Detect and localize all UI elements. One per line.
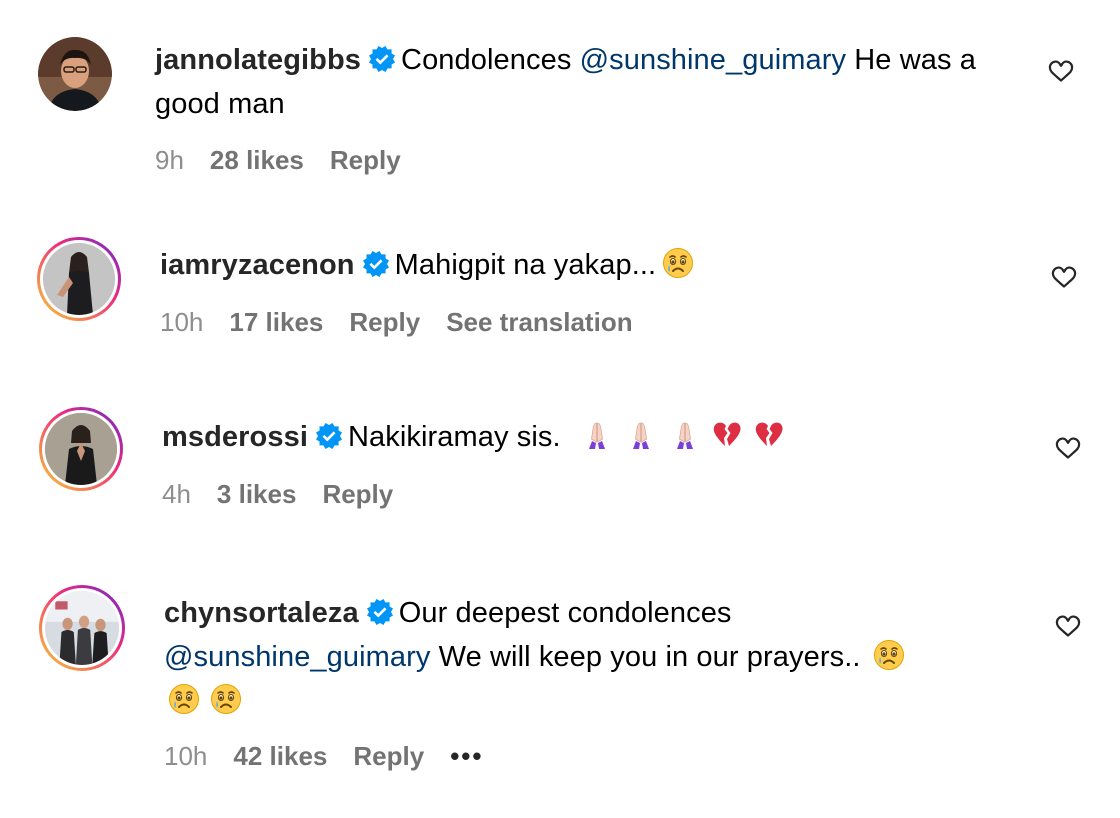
avatar[interactable]	[37, 237, 121, 321]
like-heart-icon[interactable]	[1053, 434, 1083, 462]
reply-button[interactable]: Reply	[353, 741, 424, 771]
reply-button[interactable]: Reply	[330, 145, 401, 175]
comment-body: chynsortaleza Our deepest condolences @sun…	[164, 591, 1004, 723]
avatar[interactable]	[39, 585, 125, 671]
like-heart-icon[interactable]	[1053, 612, 1083, 640]
timestamp[interactable]: 9h	[155, 145, 184, 175]
crying-face-icon	[873, 639, 905, 671]
woman-praying-avatar-icon	[45, 413, 117, 485]
comment-text: Our deepest condolences	[398, 597, 732, 629]
username-link[interactable]: msderossi	[162, 421, 308, 453]
comment-text: Mahigpit na yakap...	[394, 249, 657, 281]
comment-body: msderossi Nakikiramay sis.	[162, 415, 1002, 459]
comment-meta: 4h 3 likes Reply	[162, 478, 419, 510]
username-link[interactable]: chynsortaleza	[164, 597, 359, 629]
crying-face-icon	[168, 683, 200, 715]
comment-meta: 10h 42 likes Reply •••	[164, 740, 510, 772]
comment-body: iamryzacenon Mahigpit na yakap...	[160, 243, 1000, 287]
group-photo-avatar-icon	[45, 591, 119, 665]
mention-link[interactable]: @sunshine_guimary	[580, 44, 847, 76]
verified-badge-icon	[369, 46, 395, 72]
avatar[interactable]	[38, 37, 112, 111]
comment-text: Condolences	[401, 44, 572, 76]
comment-text: Nakikiramay sis.	[347, 421, 561, 453]
broken-heart-icon	[753, 419, 785, 451]
see-translation-button[interactable]: See translation	[446, 307, 632, 337]
verified-badge-icon	[367, 599, 393, 625]
folded-hands-icon	[669, 419, 701, 451]
crying-face-icon	[662, 247, 694, 279]
reply-button[interactable]: Reply	[349, 307, 420, 337]
more-options-button[interactable]: •••	[450, 740, 483, 772]
timestamp[interactable]: 10h	[164, 741, 207, 771]
verified-badge-icon	[363, 251, 389, 277]
likes-count[interactable]: 42 likes	[233, 741, 327, 771]
avatar[interactable]	[39, 407, 123, 491]
comment-meta: 10h 17 likes Reply See translation	[160, 306, 659, 338]
broken-heart-icon	[711, 419, 743, 451]
man-portrait-avatar-icon	[38, 37, 112, 111]
likes-count[interactable]: 28 likes	[210, 145, 304, 175]
like-heart-icon[interactable]	[1049, 263, 1079, 291]
timestamp[interactable]: 10h	[160, 307, 203, 337]
crying-face-icon	[210, 683, 242, 715]
mention-link[interactable]: @sunshine_guimary	[164, 641, 431, 673]
folded-hands-icon	[625, 419, 657, 451]
like-heart-icon[interactable]	[1046, 57, 1076, 85]
woman-dark-dress-avatar-icon	[43, 243, 115, 315]
username-link[interactable]: iamryzacenon	[160, 249, 355, 281]
likes-count[interactable]: 3 likes	[217, 479, 297, 509]
comment-body: jannolategibbs Condolences @sunshine_guim…	[155, 38, 995, 126]
comment-text: We will keep you in our prayers..	[438, 641, 861, 673]
verified-badge-icon	[316, 423, 342, 449]
folded-hands-icon	[581, 419, 613, 451]
likes-count[interactable]: 17 likes	[229, 307, 323, 337]
username-link[interactable]: jannolategibbs	[155, 44, 361, 76]
reply-button[interactable]: Reply	[322, 479, 393, 509]
timestamp[interactable]: 4h	[162, 479, 191, 509]
comment-meta: 9h 28 likes Reply	[155, 144, 427, 176]
